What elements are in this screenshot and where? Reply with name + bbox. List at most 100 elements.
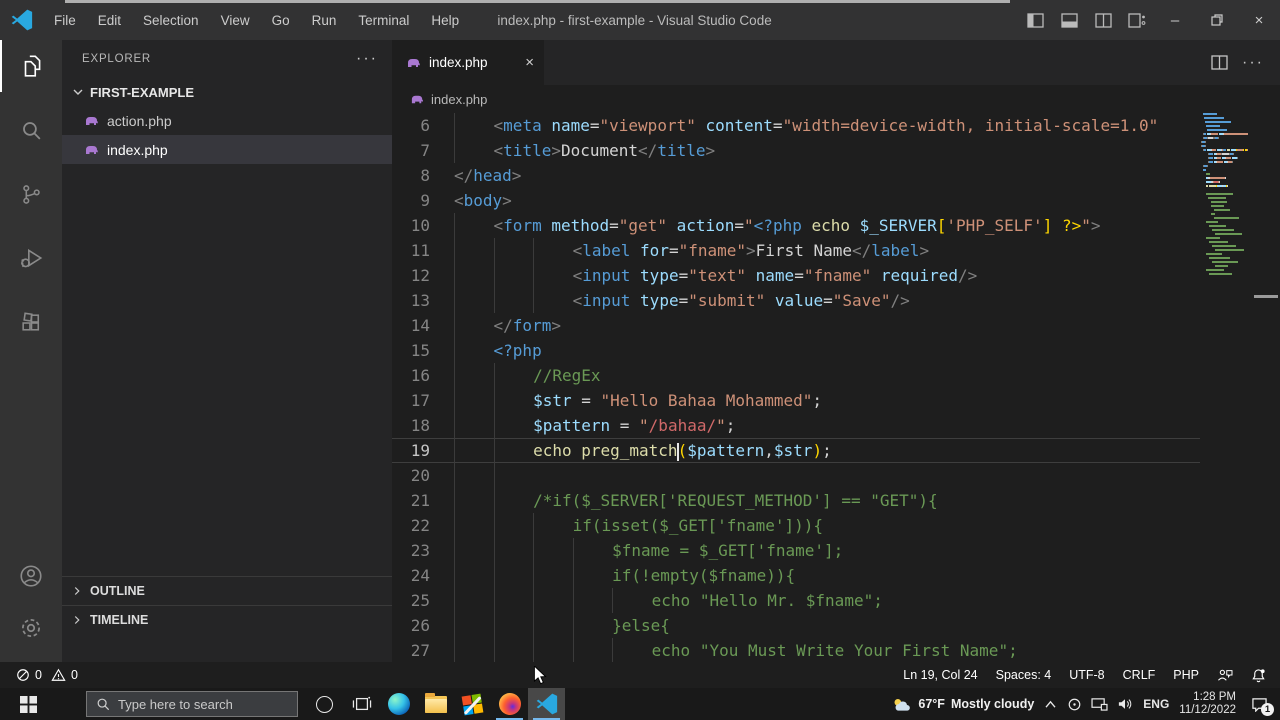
code-line-27[interactable]: 27 echo "You Must Write Your First Name"…	[392, 638, 1200, 662]
line-number: 7	[420, 141, 430, 160]
code-line-24[interactable]: 24 if(!empty($fname)){	[392, 563, 1200, 588]
problems-indicator[interactable]: 0 0	[0, 668, 78, 682]
vscode-taskbar-button[interactable]	[528, 688, 565, 720]
overview-ruler[interactable]	[1248, 113, 1280, 662]
menu-file[interactable]: File	[45, 9, 85, 32]
code-area[interactable]: 6 <meta name="viewport" content="width=d…	[392, 113, 1200, 662]
settings-gear-icon[interactable]	[0, 602, 62, 654]
vscode-icon	[536, 693, 557, 715]
toggle-sidebar-icon[interactable]	[1018, 6, 1052, 34]
file-item-action-php[interactable]: action.php	[62, 106, 392, 135]
customize-layout-icon[interactable]	[1120, 6, 1154, 34]
menu-terminal[interactable]: Terminal	[349, 9, 418, 32]
menu-edit[interactable]: Edit	[89, 9, 130, 32]
tab-close-icon[interactable]: ×	[525, 54, 534, 71]
code-line-11[interactable]: 11 <label for="fname">First Name</label>	[392, 238, 1200, 263]
sidebar-more-actions-icon[interactable]: ···	[356, 50, 378, 68]
errors-count: 0	[35, 668, 42, 682]
code-line-12[interactable]: 12 <input type="text" name="fname" requi…	[392, 263, 1200, 288]
code-line-25[interactable]: 25 echo "Hello Mr. $fname";	[392, 588, 1200, 613]
code-line-9[interactable]: 9 <body>	[392, 188, 1200, 213]
breadcrumb-item[interactable]: index.php	[431, 92, 487, 107]
start-button[interactable]	[0, 688, 56, 720]
account-icon[interactable]	[0, 550, 62, 602]
menu-go[interactable]: Go	[263, 9, 299, 32]
tray-volume-icon[interactable]	[1117, 697, 1133, 711]
code-line-13[interactable]: 13 <input type="submit" value="Save"/>	[392, 288, 1200, 313]
restore-button[interactable]	[1196, 0, 1238, 40]
outline-section[interactable]: OUTLINE	[62, 576, 392, 605]
search-icon	[97, 698, 110, 711]
editor-more-actions-icon[interactable]: ···	[1242, 54, 1264, 72]
tray-network-icon[interactable]	[1091, 697, 1108, 711]
code-line-23[interactable]: 23 $fname = $_GET['fname'];	[392, 538, 1200, 563]
code-line-15[interactable]: 15 <?php	[392, 338, 1200, 363]
encoding[interactable]: UTF-8	[1069, 668, 1104, 682]
php-file-icon	[86, 145, 98, 154]
tray-status-icon[interactable]	[1067, 697, 1082, 712]
code-line-26[interactable]: 26 }else{	[392, 613, 1200, 638]
indentation[interactable]: Spaces: 4	[996, 668, 1052, 682]
line-number: 24	[410, 566, 430, 585]
file-item-index-php[interactable]: index.php	[62, 135, 392, 164]
sidebar-title: EXPLORER	[82, 53, 152, 65]
toggle-panel-icon[interactable]	[1052, 6, 1086, 34]
clock-time: 1:28 PM	[1193, 691, 1236, 703]
line-number: 25	[410, 591, 430, 610]
keyboard-language[interactable]: ENG	[1143, 697, 1169, 711]
paint3d-button[interactable]	[454, 688, 491, 720]
weather-widget[interactable]: 67°F Mostly cloudy	[892, 696, 1034, 712]
action-center-button[interactable]: 1	[1246, 691, 1274, 717]
cursor-position[interactable]: Ln 19, Col 24	[903, 668, 977, 682]
code-line-10[interactable]: 10 <form method="get" action="<?php echo…	[392, 213, 1200, 238]
split-layout-icon[interactable]	[1086, 6, 1120, 34]
line-number: 12	[410, 266, 430, 285]
menu-selection[interactable]: Selection	[134, 9, 208, 32]
menu-run[interactable]: Run	[303, 9, 346, 32]
close-button[interactable]: ×	[1238, 0, 1280, 40]
split-editor-icon[interactable]	[1211, 55, 1228, 70]
code-line-18[interactable]: 18 $pattern = "/bahaa/";	[392, 413, 1200, 438]
line-number: 10	[410, 216, 430, 235]
breadcrumb[interactable]: index.php	[392, 85, 1280, 113]
edge-button[interactable]	[380, 688, 417, 720]
firefox-button[interactable]	[491, 688, 528, 720]
run-debug-icon[interactable]	[0, 232, 62, 284]
tray-expand-chevron-icon[interactable]	[1044, 700, 1057, 709]
code-line-17[interactable]: 17 $str = "Hello Bahaa Mohammed";	[392, 388, 1200, 413]
extensions-icon[interactable]	[0, 296, 62, 348]
code-line-19[interactable]: 19 echo preg_match($pattern,$str);	[392, 438, 1200, 463]
code-line-8[interactable]: 8 </head>	[392, 163, 1200, 188]
code-line-7[interactable]: 7 <title>Document</title>	[392, 138, 1200, 163]
code-line-14[interactable]: 14 </form>	[392, 313, 1200, 338]
line-number: 21	[410, 491, 430, 510]
file-name: action.php	[107, 112, 172, 129]
folder-root[interactable]: FIRST-EXAMPLE	[62, 78, 392, 106]
taskbar-clock[interactable]: 1:28 PM 11/12/2022	[1179, 691, 1236, 717]
language-mode[interactable]: PHP	[1173, 668, 1199, 682]
cortana-button[interactable]	[306, 688, 343, 720]
paint3d-icon	[461, 693, 484, 715]
menu-help[interactable]: Help	[422, 9, 468, 32]
notifications-bell-icon[interactable]	[1251, 668, 1266, 683]
task-view-button[interactable]	[343, 688, 380, 720]
feedback-icon[interactable]	[1217, 668, 1233, 682]
minimize-button[interactable]: –	[1154, 0, 1196, 40]
title-bar: File Edit Selection View Go Run Terminal…	[0, 0, 1280, 40]
explorer-icon[interactable]	[0, 40, 62, 92]
timeline-section[interactable]: TIMELINE	[62, 605, 392, 634]
tab-index-php[interactable]: index.php ×	[392, 40, 544, 85]
warnings-count: 0	[70, 668, 78, 682]
search-icon[interactable]	[0, 104, 62, 156]
file-explorer-button[interactable]	[417, 688, 454, 720]
code-line-16[interactable]: 16 //RegEx	[392, 363, 1200, 388]
code-line-6[interactable]: 6 <meta name="viewport" content="width=d…	[392, 113, 1200, 138]
code-line-20[interactable]: 20	[392, 463, 1200, 488]
taskbar-search-input[interactable]: Type here to search	[86, 691, 298, 717]
source-control-icon[interactable]	[0, 168, 62, 220]
eol-sequence[interactable]: CRLF	[1123, 668, 1156, 682]
minimap[interactable]	[1200, 113, 1248, 662]
code-line-22[interactable]: 22 if(isset($_GET['fname'])){	[392, 513, 1200, 538]
menu-view[interactable]: View	[212, 9, 259, 32]
code-line-21[interactable]: 21 /*if($_SERVER['REQUEST_METHOD'] == "G…	[392, 488, 1200, 513]
